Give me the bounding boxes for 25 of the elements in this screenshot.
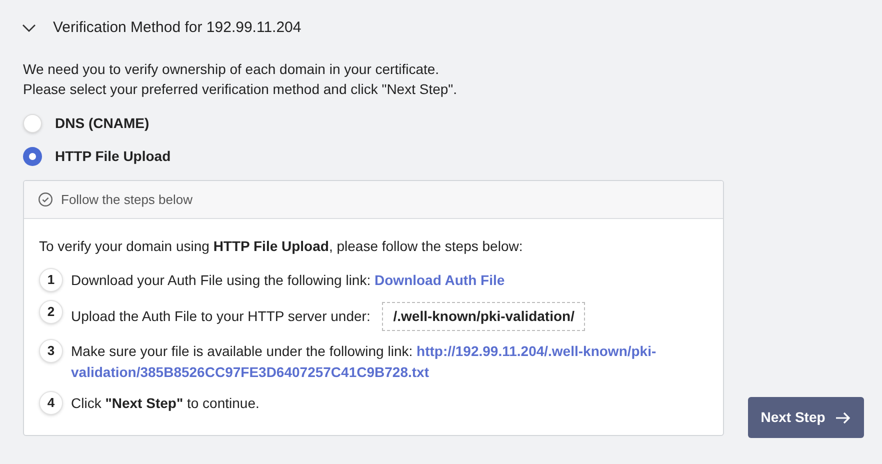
step-number: 2 (39, 300, 63, 324)
intro-text: We need you to verify ownership of each domain in your certificate. (23, 60, 440, 79)
intro-text: Please select your preferred verification method and click "Next Step". (23, 80, 458, 99)
step-number: 1 (39, 268, 63, 292)
section-title: Verification Method for 192.99.11.204 (53, 18, 302, 38)
path-field: /.well-known/pki-validation/ (382, 302, 586, 331)
arrow-right-icon (835, 412, 852, 424)
chevron-icon[interactable] (22, 24, 36, 32)
lead-text: To verify your domain using HTTP File Upload, please follow the steps below: (39, 237, 524, 256)
radio-label[interactable]: HTTP File Upload (55, 146, 171, 166)
step-text: Upload the Auth File to your HTTP server under: (71, 308, 370, 324)
radio-button[interactable] (23, 114, 42, 132)
check-circle-icon (38, 192, 53, 207)
step-text: Click "Next Step" to continue. (71, 395, 260, 411)
radio-label[interactable]: DNS (CNAME) (55, 112, 150, 134)
radio-button[interactable] (23, 146, 42, 166)
link[interactable]: validation/385B8526CC97FE3D6407257C41C9B728.txt (71, 364, 429, 380)
next-step-button[interactable]: Next Step (748, 397, 864, 438)
step-number: 4 (39, 391, 63, 415)
step-number: 3 (39, 339, 63, 363)
link[interactable]: Download Auth File (374, 272, 505, 288)
step-text: Download your Auth File using the following link: (71, 272, 371, 288)
step-text: Make sure your file is available under the following link: (71, 343, 413, 359)
panel-header: Follow the steps below (61, 190, 193, 209)
link[interactable]: http://192.99.11.204/.well-known/pki- (416, 343, 656, 359)
